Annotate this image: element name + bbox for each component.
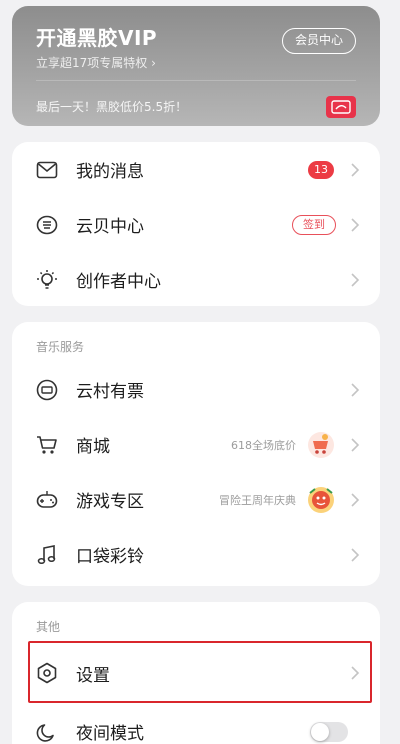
- mail-icon: [36, 159, 58, 181]
- chevron-right-icon: [351, 437, 360, 452]
- sign-in-button[interactable]: 签到: [292, 214, 336, 235]
- promo-text: 618全场底价: [231, 438, 296, 452]
- menu-label: 夜间模式: [76, 724, 144, 744]
- coin-icon: [36, 214, 58, 236]
- menu-label: 商城: [76, 437, 110, 457]
- chevron-right-icon: [351, 217, 360, 232]
- menu-label: 云村有票: [76, 382, 144, 402]
- menu-label: 云贝中心: [76, 217, 144, 237]
- shopping-promo-icon: [308, 431, 334, 458]
- game-promo-icon: [308, 486, 334, 513]
- other-card: 其他 设置 夜间模式: [12, 602, 380, 744]
- ticket-icon: [36, 379, 58, 401]
- menu-item-tickets[interactable]: 云村有票: [12, 362, 380, 417]
- menu-item-games[interactable]: 游戏专区 冒险王周年庆典: [12, 472, 380, 527]
- vip-promo-text[interactable]: 最后一天！黑胶低价5.5折！: [36, 98, 187, 115]
- vip-title: 开通黑胶VIP: [36, 26, 158, 50]
- vip-center-button[interactable]: 会员中心: [281, 28, 356, 54]
- toggle-knob: [311, 722, 329, 741]
- section-title: 其他: [36, 620, 61, 634]
- vip-subtitle-link[interactable]: 立享超17项专属特权 ›: [36, 54, 156, 71]
- chevron-right-icon: [351, 547, 360, 562]
- chevron-right-icon: [351, 272, 360, 287]
- moon-icon: [36, 721, 58, 743]
- menu-item-messages[interactable]: 我的消息 13: [12, 142, 380, 197]
- menu-item-night-mode: 夜间模式: [12, 704, 380, 744]
- menu-item-mall[interactable]: 商城 618全场底价: [12, 417, 380, 472]
- settings-hexagon-icon: [36, 662, 58, 684]
- menu-item-yunbei[interactable]: 云贝中心 签到: [12, 197, 380, 252]
- chevron-right-icon: [351, 666, 360, 680]
- music-note-icon: [36, 544, 58, 566]
- promo-text: 冒险王周年庆典: [219, 493, 296, 507]
- menu-label: 设置: [76, 665, 110, 686]
- lightbulb-icon: [36, 269, 58, 291]
- vip-card[interactable]: 开通黑胶VIP 立享超17项专属特权 › 会员中心 最后一天！黑胶低价5.5折！: [12, 6, 380, 126]
- menu-item-creator-center[interactable]: 创作者中心: [12, 252, 380, 307]
- menu-item-ringtone[interactable]: 口袋彩铃: [12, 527, 380, 582]
- section-title: 音乐服务: [36, 340, 85, 354]
- shopping-cart-icon: [36, 434, 58, 456]
- main-menu-card: 我的消息 13 云贝中心 签到 创作者中心: [12, 142, 380, 306]
- gamepad-icon: [36, 489, 58, 511]
- menu-label: 我的消息: [76, 162, 144, 182]
- music-services-card: 音乐服务 云村有票 商城 618全场底价 游戏专区 冒险王周年庆典 口袋彩铃: [12, 322, 380, 586]
- menu-label: 创作者中心: [76, 272, 161, 292]
- chevron-right-icon: [351, 382, 360, 397]
- night-mode-toggle[interactable]: [310, 721, 348, 742]
- menu-item-settings[interactable]: 设置: [12, 642, 380, 704]
- chevron-right-icon: [351, 162, 360, 177]
- menu-label: 口袋彩铃: [76, 547, 144, 567]
- unread-count-badge: 13: [308, 160, 334, 179]
- vip-coupon-icon[interactable]: [326, 96, 356, 118]
- menu-label: 游戏专区: [76, 492, 144, 512]
- vip-divider: [36, 80, 356, 81]
- chevron-right-icon: [351, 492, 360, 507]
